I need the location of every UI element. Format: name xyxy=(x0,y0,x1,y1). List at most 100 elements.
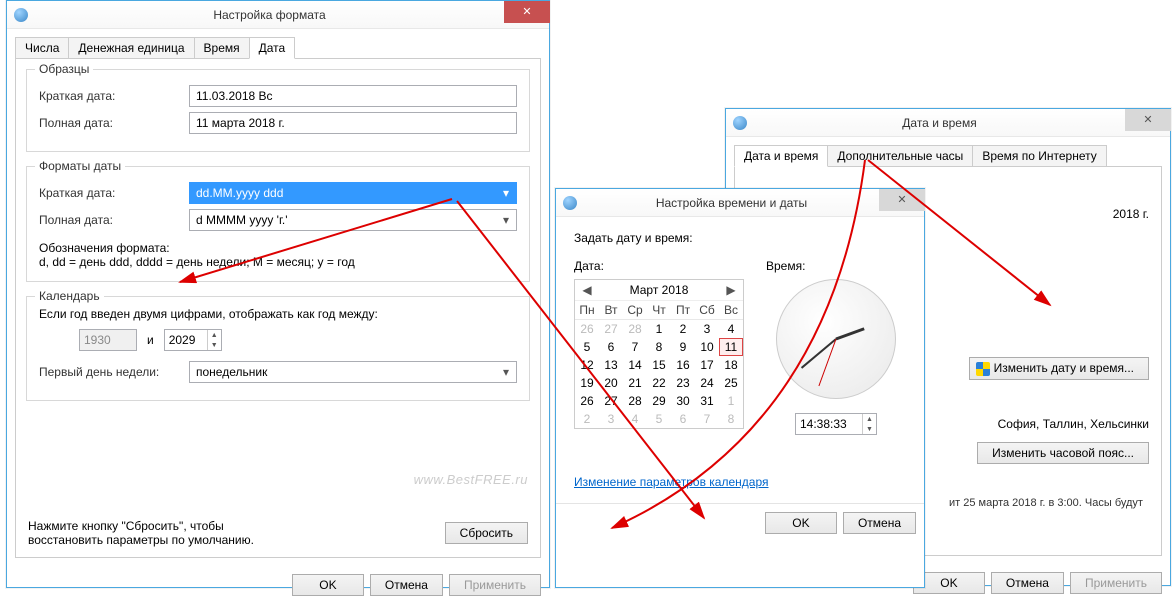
calendar-day[interactable]: 3 xyxy=(599,410,623,428)
tab-numbers[interactable]: Числа xyxy=(15,37,69,59)
titlebar[interactable]: Настройка формата ✕ xyxy=(7,1,549,29)
first-day-combo[interactable]: понедельник▾ xyxy=(189,361,517,383)
close-icon[interactable]: ✕ xyxy=(879,189,925,211)
calendar[interactable]: ◀ Март 2018 ▶ ПнВтСрЧтПтСбВс262728123456… xyxy=(574,279,744,429)
titlebar[interactable]: Дата и время ✕ xyxy=(726,109,1170,137)
cancel-button[interactable]: Отмена xyxy=(991,572,1064,594)
format-icon xyxy=(13,7,29,23)
calendar-day[interactable]: 27 xyxy=(599,392,623,410)
calendar-day[interactable]: 4 xyxy=(719,320,743,338)
calendar-day[interactable]: 17 xyxy=(695,356,719,374)
calendar-day[interactable]: 8 xyxy=(647,338,671,356)
ok-button[interactable]: OK xyxy=(765,512,837,534)
calendar-day[interactable]: 2 xyxy=(575,410,599,428)
calendar-day[interactable]: 14 xyxy=(623,356,647,374)
calendar-weekday-header: Сб xyxy=(695,301,719,320)
calendar-day[interactable]: 18 xyxy=(719,356,743,374)
calendar-fieldset: Календарь Если год введен двумя цифрами,… xyxy=(26,296,530,401)
window-title: Настройка времени и даты xyxy=(584,196,879,210)
prev-month-icon[interactable]: ◀ xyxy=(581,283,593,297)
timezone-text: София, Таллин, Хельсинки xyxy=(998,417,1149,431)
calendar-day[interactable]: 9 xyxy=(671,338,695,356)
calendar-month: Март 2018 xyxy=(630,283,689,297)
content: Задать дату и время: Дата: ◀ Март 2018 ▶… xyxy=(556,217,924,503)
ok-button[interactable]: OK xyxy=(292,574,364,596)
calendar-day[interactable]: 10 xyxy=(695,338,719,356)
calendar-day[interactable]: 7 xyxy=(695,410,719,428)
formats-legend: Форматы даты xyxy=(35,159,125,173)
format-notation-label: Обозначения формата: xyxy=(39,241,517,255)
calendar-day[interactable]: 26 xyxy=(575,320,599,338)
tab-internet-time[interactable]: Время по Интернету xyxy=(972,145,1106,167)
reset-hint: Нажмите кнопку "Сбросить", чтобы восстан… xyxy=(28,519,298,547)
calendar-day[interactable]: 20 xyxy=(599,374,623,392)
tab-time[interactable]: Время xyxy=(194,37,250,59)
cancel-button[interactable]: Отмена xyxy=(843,512,916,534)
shield-icon xyxy=(976,362,990,376)
change-calendar-params-link[interactable]: Изменение параметров календаря xyxy=(574,475,769,489)
calendar-day[interactable]: 5 xyxy=(647,410,671,428)
calendar-day[interactable]: 6 xyxy=(671,410,695,428)
time-input[interactable]: 14:38:33 ▲▼ xyxy=(795,413,877,435)
year-from-input: 1930 xyxy=(79,329,137,351)
tab-date[interactable]: Дата xyxy=(249,37,296,59)
tab-currency[interactable]: Денежная единица xyxy=(68,37,194,59)
calendar-weekday-header: Чт xyxy=(647,301,671,320)
calendar-day[interactable]: 11 xyxy=(719,338,743,356)
tab-date-time[interactable]: Дата и время xyxy=(734,145,828,167)
change-date-time-button[interactable]: Изменить дату и время... xyxy=(969,357,1149,380)
calendar-day[interactable]: 5 xyxy=(575,338,599,356)
calendar-day[interactable]: 24 xyxy=(695,374,719,392)
close-icon[interactable]: ✕ xyxy=(504,1,550,23)
long-date-format-combo[interactable]: d MMMM yyyy 'г.'▾ xyxy=(189,209,517,231)
first-day-label: Первый день недели: xyxy=(39,365,189,379)
short-date-format-combo[interactable]: dd.MM.yyyy ddd▾ xyxy=(189,182,517,204)
apply-button[interactable]: Применить xyxy=(1070,572,1162,594)
calendar-day[interactable]: 21 xyxy=(623,374,647,392)
date-label: Дата: xyxy=(574,259,744,273)
calendar-day[interactable]: 28 xyxy=(623,320,647,338)
calendar-day[interactable]: 29 xyxy=(647,392,671,410)
close-icon[interactable]: ✕ xyxy=(1125,109,1171,131)
change-timezone-button[interactable]: Изменить часовой пояс... xyxy=(977,442,1149,464)
calendar-day[interactable]: 31 xyxy=(695,392,719,410)
calendar-day[interactable]: 19 xyxy=(575,374,599,392)
calendar-day[interactable]: 4 xyxy=(623,410,647,428)
long-date-label: Полная дата: xyxy=(39,116,189,130)
short-date-format-label: Краткая дата: xyxy=(39,186,189,200)
calendar-day[interactable]: 1 xyxy=(647,320,671,338)
current-date-text: 2018 г. xyxy=(1113,207,1149,221)
window-datetime-settings: Настройка времени и даты ✕ Задать дату и… xyxy=(555,188,925,588)
calendar-day[interactable]: 25 xyxy=(719,374,743,392)
apply-button[interactable]: Применить xyxy=(449,574,541,596)
calendar-day[interactable]: 6 xyxy=(599,338,623,356)
calendar-day[interactable]: 16 xyxy=(671,356,695,374)
calendar-day[interactable]: 23 xyxy=(671,374,695,392)
calendar-day[interactable]: 13 xyxy=(599,356,623,374)
calendar-day[interactable]: 12 xyxy=(575,356,599,374)
datetime-icon xyxy=(732,115,748,131)
chevron-down-icon: ▾ xyxy=(498,185,514,201)
titlebar[interactable]: Настройка времени и даты ✕ xyxy=(556,189,924,217)
calendar-day[interactable]: 8 xyxy=(719,410,743,428)
calendar-day[interactable]: 2 xyxy=(671,320,695,338)
next-month-icon[interactable]: ▶ xyxy=(725,283,737,297)
calendar-day[interactable]: 3 xyxy=(695,320,719,338)
format-notation-text: d, dd = день ddd, dddd = день недели; M … xyxy=(39,255,517,269)
calendar-day[interactable]: 22 xyxy=(647,374,671,392)
cancel-button[interactable]: Отмена xyxy=(370,574,443,596)
long-date-sample: 11 марта 2018 г. xyxy=(189,112,517,134)
calendar-day[interactable]: 28 xyxy=(623,392,647,410)
chevron-down-icon: ▾ xyxy=(498,212,514,228)
calendar-day[interactable]: 7 xyxy=(623,338,647,356)
watermark: www.BestFREE.ru xyxy=(414,472,528,487)
calendar-day[interactable]: 26 xyxy=(575,392,599,410)
calendar-day[interactable]: 1 xyxy=(719,392,743,410)
formats-fieldset: Форматы даты Краткая дата: dd.MM.yyyy dd… xyxy=(26,166,530,282)
year-to-input[interactable]: 2029▲▼ xyxy=(164,329,222,351)
calendar-day[interactable]: 27 xyxy=(599,320,623,338)
calendar-day[interactable]: 15 xyxy=(647,356,671,374)
reset-button[interactable]: Сбросить xyxy=(445,522,528,544)
tab-additional-clocks[interactable]: Дополнительные часы xyxy=(827,145,973,167)
calendar-day[interactable]: 30 xyxy=(671,392,695,410)
